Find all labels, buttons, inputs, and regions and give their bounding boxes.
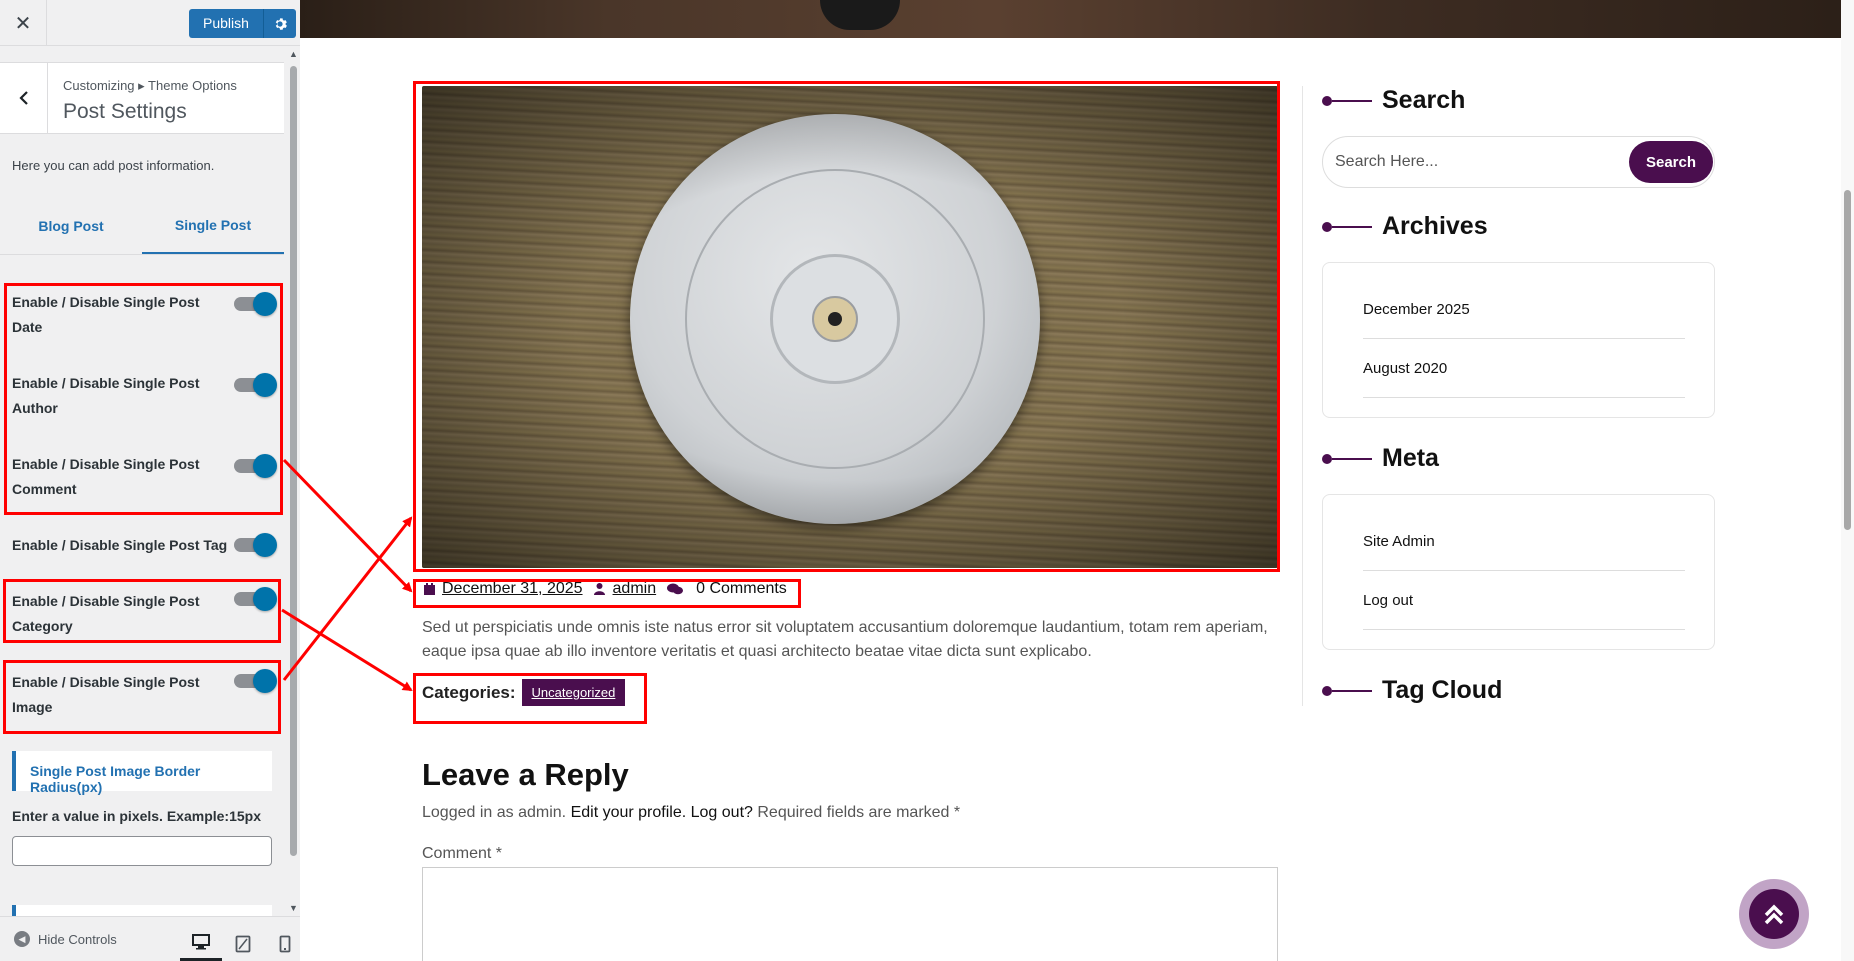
publish-settings-button[interactable]	[262, 9, 296, 38]
search-button[interactable]: Search	[1629, 141, 1713, 183]
next-setting-heading	[12, 905, 272, 916]
collapse-icon: ◀	[14, 931, 30, 947]
title-bullet	[1322, 221, 1332, 232]
customizer-footer: ◀ Hide Controls	[0, 916, 300, 961]
hide-controls-button[interactable]: ◀ Hide Controls	[14, 931, 117, 947]
scroll-to-top-inner	[1749, 889, 1799, 939]
widget-title-text: Archives	[1382, 212, 1488, 240]
screen: ✕ Publish Customizing ▸ Theme Options Po…	[0, 0, 1854, 961]
annotation-box-post-meta	[413, 579, 801, 608]
tablet-icon	[235, 935, 251, 952]
toggle-label: Enable / Disable Single Post Tag	[12, 537, 228, 553]
scroll-down-icon[interactable]: ▼	[289, 903, 298, 913]
title-line	[1332, 99, 1372, 102]
breadcrumb: Customizing ▸ Theme Options	[63, 78, 237, 93]
archives-widget-title: Archives	[1322, 212, 1488, 241]
title-bullet	[1322, 685, 1332, 696]
desktop-icon	[192, 933, 210, 949]
archives-list: December 2025 August 2020	[1322, 262, 1715, 418]
log-out-meta-link[interactable]: Log out	[1363, 572, 1685, 630]
chevron-left-icon	[18, 91, 28, 105]
border-radius-input[interactable]	[12, 836, 272, 866]
comment-label: Comment *	[422, 845, 503, 862]
header-image	[300, 0, 1841, 38]
logged-in-text: Logged in as admin.	[422, 804, 567, 821]
widget-title-text: Search	[1382, 86, 1466, 114]
annotation-box-category	[3, 579, 281, 643]
widget-title-text: Meta	[1382, 444, 1439, 472]
border-radius-heading-text: Single Post Image Border Radius(px)	[30, 763, 201, 795]
customizer-header: ✕ Publish	[0, 0, 300, 46]
double-chevron-up-icon	[1764, 904, 1784, 925]
desktop-preview-button[interactable]	[180, 925, 222, 961]
annotation-box-date-author-comment	[4, 283, 283, 515]
meta-list: Site Admin Log out	[1322, 494, 1715, 650]
toggle-knob	[253, 533, 277, 557]
close-button[interactable]: ✕	[0, 0, 47, 46]
widget-title-text: Tag Cloud	[1382, 676, 1503, 704]
page-scrollbar-thumb[interactable]	[1844, 190, 1851, 530]
tab-blog-post[interactable]: Blog Post	[0, 198, 142, 254]
close-icon: ✕	[14, 12, 32, 35]
section-description: Here you can add post information.	[12, 158, 215, 173]
publish-group: Publish	[189, 9, 296, 38]
post-excerpt: Sed ut perspiciatis unde omnis iste natu…	[422, 619, 1268, 660]
annotation-box-categories	[413, 673, 647, 724]
customizer-scrollbar[interactable]: ▲ ▼	[287, 46, 300, 916]
tag-cloud-widget-title: Tag Cloud	[1322, 676, 1502, 705]
tab-single-post[interactable]: Single Post	[142, 198, 284, 254]
post-tabs: Blog Post Single Post	[0, 198, 284, 255]
pixels-label: Enter a value in pixels. Example:15px	[12, 808, 261, 824]
reply-title: Leave a Reply	[422, 757, 629, 792]
scrollbar-thumb[interactable]	[290, 66, 297, 856]
title-line	[1332, 225, 1372, 228]
header-image-detail	[820, 0, 900, 30]
sidebar-divider	[1302, 86, 1303, 706]
gear-icon	[275, 17, 287, 30]
archive-link[interactable]: August 2020	[1363, 340, 1685, 398]
title-bullet	[1322, 95, 1332, 106]
log-out-link[interactable]: Log out?	[691, 804, 753, 821]
back-button[interactable]	[0, 63, 48, 133]
mobile-icon	[279, 935, 291, 952]
publish-button[interactable]: Publish	[189, 9, 263, 38]
logged-in-notice: Logged in as admin. Edit your profile. L…	[422, 804, 960, 822]
archive-link[interactable]: December 2025	[1363, 281, 1685, 339]
tablet-preview-button[interactable]	[222, 925, 264, 961]
section-title: Post Settings	[63, 100, 187, 123]
hide-controls-label: Hide Controls	[38, 931, 117, 947]
required-star: *	[953, 804, 961, 821]
title-line	[1332, 689, 1372, 692]
page-scrollbar[interactable]	[1841, 0, 1854, 961]
scroll-to-top-button[interactable]	[1739, 879, 1809, 949]
site-admin-link[interactable]: Site Admin	[1363, 513, 1685, 571]
search-placeholder: Search Here...	[1335, 153, 1439, 170]
edit-profile-link[interactable]: Edit your profile.	[571, 804, 687, 821]
search-widget-title: Search	[1322, 86, 1465, 115]
toggle-row-tag: Enable / Disable Single Post Tag	[0, 533, 284, 563]
annotation-box-image	[3, 660, 281, 734]
border-radius-heading: Single Post Image Border Radius(px)	[12, 751, 272, 795]
required-notice: Required fields are marked	[757, 804, 950, 821]
section-header: Customizing ▸ Theme Options Post Setting…	[0, 62, 284, 134]
title-bullet	[1322, 453, 1332, 464]
meta-widget-title: Meta	[1322, 444, 1439, 473]
title-line	[1332, 457, 1372, 460]
scroll-up-icon[interactable]: ▲	[289, 49, 298, 59]
tag-toggle[interactable]	[234, 532, 277, 557]
annotation-box-featured-image	[413, 81, 1280, 572]
comment-textarea[interactable]	[422, 867, 1278, 961]
